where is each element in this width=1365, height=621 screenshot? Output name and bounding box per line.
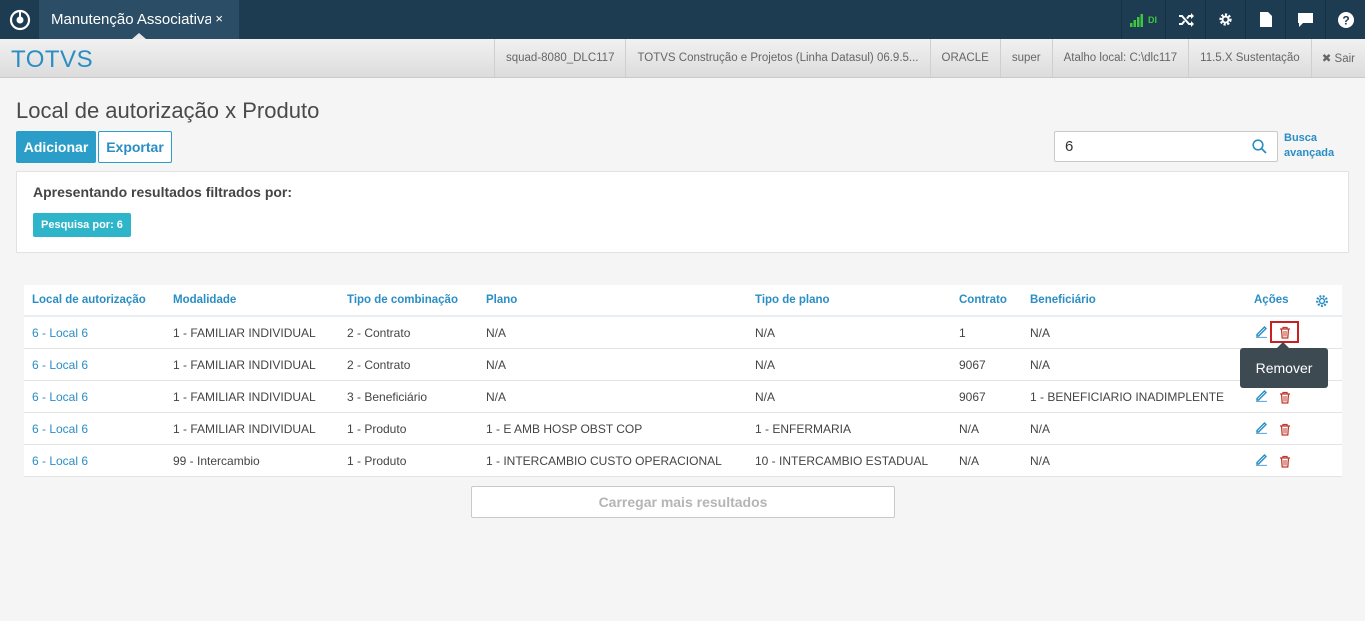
logout-button[interactable]: ✖ Sair [1310,39,1365,77]
advanced-search-link[interactable]: Busca avançada [1284,131,1344,161]
cell-contrato: 1 [959,326,966,340]
table-row: 6 - Local 6 1 - FAMILIAR INDIVIDUAL 2 - … [24,317,1342,349]
cell-modalidade: 1 - FAMILIAR INDIVIDUAL [173,390,316,404]
cell-tipo-plano: N/A [755,326,776,340]
delete-icon[interactable] [1270,321,1299,343]
cell-modalidade: 1 - FAMILIAR INDIVIDUAL [173,422,316,436]
document-icon[interactable] [1245,0,1285,39]
filter-title: Apresentando resultados filtrados por: [33,184,293,200]
table-row: 6 - Local 6 1 - FAMILIAR INDIVIDUAL 3 - … [24,381,1342,413]
cell-contrato: N/A [959,422,980,436]
cell-plano: N/A [486,326,507,340]
signal-label: DI [1148,14,1157,25]
info-version[interactable]: 11.5.X Sustentação [1188,39,1311,77]
cell-beneficiario: N/A [1030,326,1051,340]
info-server[interactable]: squad-8080_DLC117 [493,39,625,77]
cell-tipo-combinacao: 1 - Produto [347,454,407,468]
page-title: Local de autorização x Produto [16,98,320,123]
table-row: 6 - Local 6 1 - FAMILIAR INDIVIDUAL 2 - … [24,349,1342,381]
cell-plano: N/A [486,358,507,372]
edit-icon[interactable] [1255,389,1268,407]
search-input[interactable] [1065,138,1245,155]
cell-local-link[interactable]: 6 - Local 6 [32,454,88,468]
edit-icon[interactable] [1255,325,1268,343]
cell-local-link[interactable]: 6 - Local 6 [32,422,88,436]
column-settings-icon[interactable] [1315,294,1329,313]
info-shortcut[interactable]: Atalho local: C:\dlc117 [1051,39,1189,77]
column-header-tipo-plano[interactable]: Tipo de plano [755,294,830,306]
table-header: Local de autorização Modalidade Tipo de … [24,285,1342,317]
advanced-search-line2: avançada [1284,147,1335,159]
svg-text:?: ? [1342,13,1349,27]
cell-contrato: 9067 [959,358,986,372]
header-bar: TOTVS squad-8080_DLC117 TOTVS Construção… [0,39,1365,78]
cell-plano: 1 - E AMB HOSP OBST COP [486,422,643,436]
cell-local-link[interactable]: 6 - Local 6 [32,390,88,404]
help-icon[interactable]: ? [1325,0,1365,39]
column-header-acoes: Ações [1254,294,1289,306]
load-more-button[interactable]: Carregar mais resultados [471,486,895,518]
advanced-search-line1: Busca [1284,132,1318,144]
signal-icon[interactable]: DI [1121,0,1165,39]
edit-icon[interactable] [1255,421,1268,439]
column-header-plano[interactable]: Plano [486,294,517,306]
info-user[interactable]: super [999,39,1052,77]
search-icon[interactable] [1252,139,1267,159]
tab-manutencao[interactable]: Manutenção Associativa × [39,0,239,39]
cell-tipo-plano: 10 - INTERCAMBIO ESTADUAL [755,454,929,468]
cell-plano: N/A [486,390,507,404]
cell-tipo-combinacao: 2 - Contrato [347,326,411,340]
top-icons: DI ? [1121,0,1365,39]
column-header-modalidade[interactable]: Modalidade [173,294,236,306]
filter-panel: Apresentando resultados filtrados por: P… [16,171,1349,253]
cell-tipo-combinacao: 3 - Beneficiário [347,390,428,404]
info-database[interactable]: ORACLE [929,39,1000,77]
top-bar: Manutenção Associativa × DI ? [0,0,1365,39]
shuffle-icon[interactable] [1165,0,1205,39]
column-header-local[interactable]: Local de autorização [32,294,146,306]
add-button[interactable]: Adicionar [16,131,96,163]
tab-close-icon[interactable]: × [215,11,223,26]
gear-icon[interactable] [1205,0,1245,39]
filter-chip[interactable]: Pesquisa por: 6 [33,213,131,237]
column-header-tipo-combinacao[interactable]: Tipo de combinação [347,294,458,306]
table-row: 6 - Local 6 99 - Intercambio 1 - Produto… [24,445,1342,477]
cell-contrato: 9067 [959,390,986,404]
delete-icon[interactable] [1276,452,1294,470]
cell-beneficiario: N/A [1030,454,1051,468]
cell-local-link[interactable]: 6 - Local 6 [32,326,88,340]
brand-logo: TOTVS [11,46,94,73]
session-info: squad-8080_DLC117 TOTVS Construção e Pro… [493,39,1365,77]
cell-modalidade: 1 - FAMILIAR INDIVIDUAL [173,326,316,340]
cell-beneficiario: 1 - BENEFICIARIO INADIMPLENTE [1030,390,1225,404]
remove-tooltip: Remover [1240,348,1328,388]
cell-modalidade: 1 - FAMILIAR INDIVIDUAL [173,358,316,372]
cell-local-link[interactable]: 6 - Local 6 [32,358,88,372]
cell-tipo-combinacao: 2 - Contrato [347,358,411,372]
cell-modalidade: 99 - Intercambio [173,454,260,468]
cell-plano: 1 - INTERCAMBIO CUSTO OPERACIONAL [486,454,722,468]
chat-icon[interactable] [1285,0,1325,39]
cell-tipo-plano: 1 - ENFERMARIA [755,422,852,436]
delete-icon[interactable] [1276,388,1294,406]
tab-title: Manutenção Associativa [51,11,211,28]
logo-icon[interactable] [0,0,39,39]
search-box [1054,131,1278,162]
cell-contrato: N/A [959,454,980,468]
cell-beneficiario: N/A [1030,422,1051,436]
results-table: Local de autorização Modalidade Tipo de … [24,285,1342,477]
table-row: 6 - Local 6 1 - FAMILIAR INDIVIDUAL 1 - … [24,413,1342,445]
cell-tipo-plano: N/A [755,390,776,404]
edit-icon[interactable] [1255,453,1268,471]
cell-beneficiario: N/A [1030,358,1051,372]
export-button[interactable]: Exportar [98,131,172,163]
cell-tipo-combinacao: 1 - Produto [347,422,407,436]
info-product[interactable]: TOTVS Construção e Projetos (Linha Datas… [625,39,929,77]
cell-tipo-plano: N/A [755,358,776,372]
delete-icon[interactable] [1276,420,1294,438]
column-header-contrato[interactable]: Contrato [959,294,1007,306]
column-header-beneficiario[interactable]: Beneficiário [1030,294,1096,306]
